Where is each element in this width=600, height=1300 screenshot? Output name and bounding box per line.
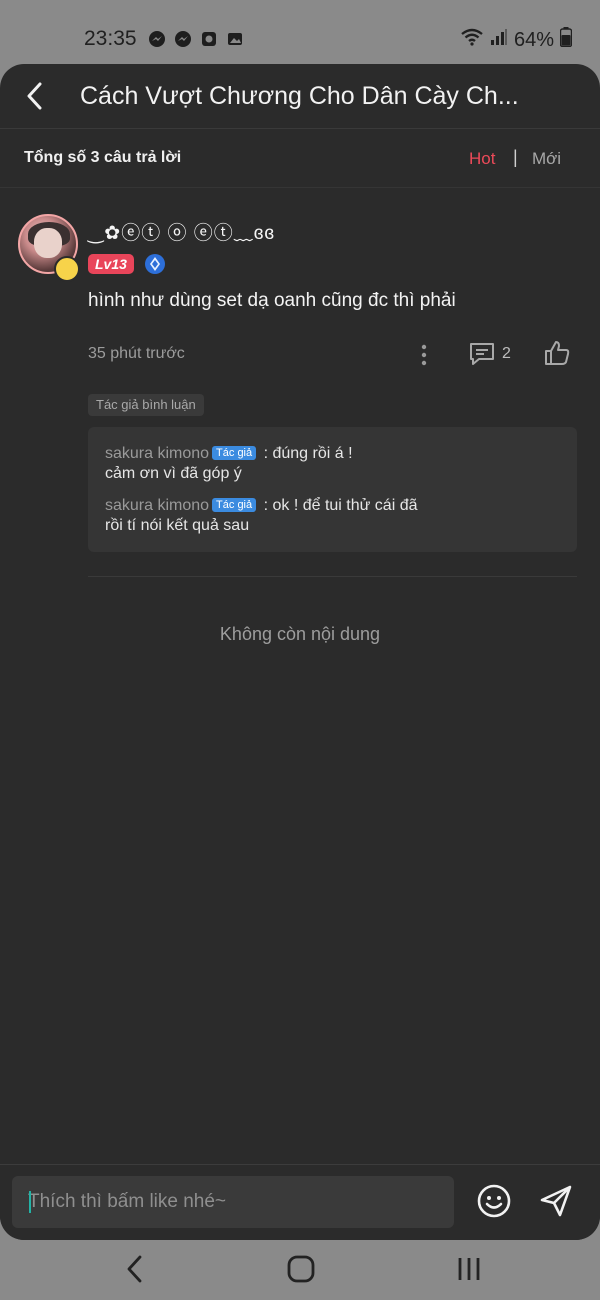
more-vertical-icon [421,344,427,366]
messenger-icon [148,30,166,48]
like-button[interactable] [542,338,572,368]
status-right: 64% [460,27,573,53]
send-icon [540,1185,572,1217]
thumbs-up-icon [545,341,570,365]
reply-text: ok ! để tui thử cái đã [272,497,418,514]
signal-icon [490,28,508,52]
verified-icon [145,254,165,274]
more-options-button[interactable] [414,342,434,368]
username[interactable]: ‿✿ⓔⓣ ⓞ ⓔⓣ﹏ɞɞ [88,218,275,245]
emoji-button[interactable] [476,1183,512,1219]
reply-text: đúng rồi á ! [272,445,353,462]
comment-text: hình như dùng set dạ oanh cũng đc thì ph… [88,290,456,311]
reply-button[interactable] [468,340,496,368]
sort-new-tab[interactable]: Mới [532,149,561,169]
reply-text-continued: cảm ơn vì đã góp ý [105,465,242,482]
text-caret [29,1191,31,1213]
no-more-content: Không còn nội dung [219,624,381,644]
back-button[interactable] [18,78,50,114]
comment-compose-bar [0,1164,600,1240]
image-icon [226,30,244,48]
system-nav-bar [0,1240,600,1300]
comment-icon [470,343,494,365]
nav-recents-icon [458,1258,480,1280]
wifi-icon [460,27,484,53]
app-notification-icon [200,30,218,48]
battery-text: 64% [513,28,554,51]
comment-time: 35 phút trước [88,345,185,362]
smiley-icon [477,1184,511,1218]
nav-home-icon [287,1255,315,1283]
replies-box[interactable]: sakura kimono Tác giả : đúng rồi á ! cảm ơ… [88,427,577,552]
nav-home-button[interactable] [284,1252,318,1286]
reply-separator: : [259,445,273,462]
reply-author[interactable]: sakura kimono [105,497,209,514]
status-time: 23:35 [84,27,137,50]
divider [88,576,577,577]
notification-icons [148,30,244,48]
total-answers: Tổng số 3 câu trả lời [24,149,182,166]
reply-text-continued: rồi tí nói kết quả sau [105,517,250,534]
header: Cách Vượt Chương Cho Dân Cày Ch... [0,64,600,129]
comment-input[interactable] [12,1176,454,1228]
nav-back-button[interactable] [120,1252,150,1286]
avatar-sticker-icon [54,256,80,282]
author-comment-tag: Tác giả bình luận [88,394,204,416]
sort-bar: Tổng số 3 câu trả lời Hot | Mới [0,129,600,188]
author-badge: Tác giả [212,446,257,460]
sort-hot-tab[interactable]: Hot [469,149,495,169]
author-badge: Tác giả [212,498,257,512]
page-title: Cách Vượt Chương Cho Dân Cày Ch... [80,82,519,110]
comment-sheet: Cách Vượt Chương Cho Dân Cày Ch... Tổng … [0,64,600,1240]
reply-author[interactable]: sakura kimono [105,445,209,462]
chevron-left-icon [27,82,42,110]
reply-separator: : [259,497,273,514]
sort-separator: | [513,147,518,167]
reply-count: 2 [502,345,511,362]
nav-recents-button[interactable] [452,1252,486,1286]
reply-item[interactable]: sakura kimono Tác giả : đúng rồi á ! cảm ơ… [105,444,565,484]
avatar[interactable] [18,214,80,282]
send-button[interactable] [538,1183,574,1219]
messenger-icon [174,30,192,48]
nav-back-icon [127,1255,142,1283]
status-bar: 23:35 64% [0,0,600,64]
battery-icon [559,27,573,53]
level-badge: Lv13 [88,254,134,274]
reply-item[interactable]: sakura kimono Tác giả : ok ! để tui thử c… [105,496,565,536]
